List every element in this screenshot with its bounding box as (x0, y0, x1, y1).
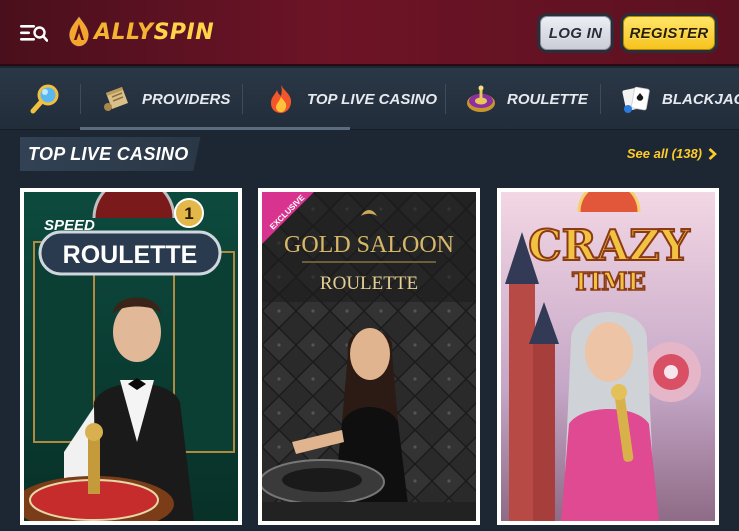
category-nav: PROVIDERS TOP LIVE CASINO ROULETTE BLACK… (0, 68, 739, 130)
search-icon (30, 84, 59, 114)
nav-item-top-live-casino[interactable]: TOP LIVE CASINO (265, 68, 437, 130)
scroll-icon (104, 87, 128, 111)
game-thumbnail: EXCLUSIVE GOLD SALOON ROULETTE (262, 192, 476, 521)
nav-divider (445, 84, 446, 114)
flame-icon (271, 85, 292, 113)
see-all-label: See all (138) (626, 146, 702, 161)
roulette-icon (467, 85, 495, 112)
nav-active-indicator (80, 127, 350, 130)
see-all-link[interactable]: See all (138) (627, 146, 717, 161)
logo-text-spin: SPIN (153, 19, 215, 45)
game-thumbnail: CRAZY TIME (501, 192, 715, 521)
game-card-crazy-time[interactable]: CRAZY TIME (497, 188, 719, 525)
game-title-top: GOLD SALOON (284, 232, 454, 258)
nav-label-top-live-casino: TOP LIVE CASINO (307, 90, 438, 108)
nav-divider (600, 84, 601, 114)
cards-icon (622, 86, 650, 113)
game-title-main: TIME (572, 267, 646, 296)
register-button[interactable]: REGISTER (620, 13, 718, 53)
nav-label-providers: PROVIDERS (142, 90, 231, 108)
login-button[interactable]: LOG IN (537, 13, 614, 53)
chevron-right-icon (708, 147, 717, 160)
nav-divider (80, 84, 81, 114)
game-title-main: ROULETTE (320, 273, 418, 294)
nav-item-roulette[interactable]: ROULETTE (465, 68, 588, 130)
menu-search-button[interactable] (20, 22, 49, 44)
logo-text: ALLYSPIN (94, 20, 214, 45)
game-card-speed-roulette[interactable]: 1 SPEED ROULETTE (20, 188, 242, 525)
section-title: TOP LIVE CASINO (20, 137, 201, 171)
page: ALLYSPIN LOG IN REGISTER PROVIDERS TOP L… (0, 0, 739, 531)
game-badge: 1 (184, 204, 193, 223)
nav-item-search[interactable] (30, 68, 72, 130)
game-title-main: ROULETTE (63, 241, 198, 269)
allyspin-logo[interactable]: ALLYSPIN (66, 14, 214, 50)
menu-search-icon (20, 25, 49, 42)
nav-divider (242, 84, 243, 114)
game-title-top: SPEED (44, 217, 95, 234)
logo-mark-icon (66, 16, 92, 48)
nav-item-blackjack[interactable]: BLACKJACK (620, 68, 739, 130)
game-card-gold-saloon-roulette[interactable]: EXCLUSIVE GOLD SALOON ROULETTE (258, 188, 480, 525)
logo-text-ally: ALLY (94, 19, 154, 45)
top-header: ALLYSPIN LOG IN REGISTER (0, 0, 739, 66)
game-title-top: CRAZY (528, 221, 691, 270)
game-thumbnail: 1 SPEED ROULETTE (24, 192, 238, 521)
nav-label-blackjack: BLACKJACK (662, 90, 739, 108)
nav-item-providers[interactable]: PROVIDERS (100, 68, 230, 130)
nav-label-roulette: ROULETTE (507, 90, 588, 108)
